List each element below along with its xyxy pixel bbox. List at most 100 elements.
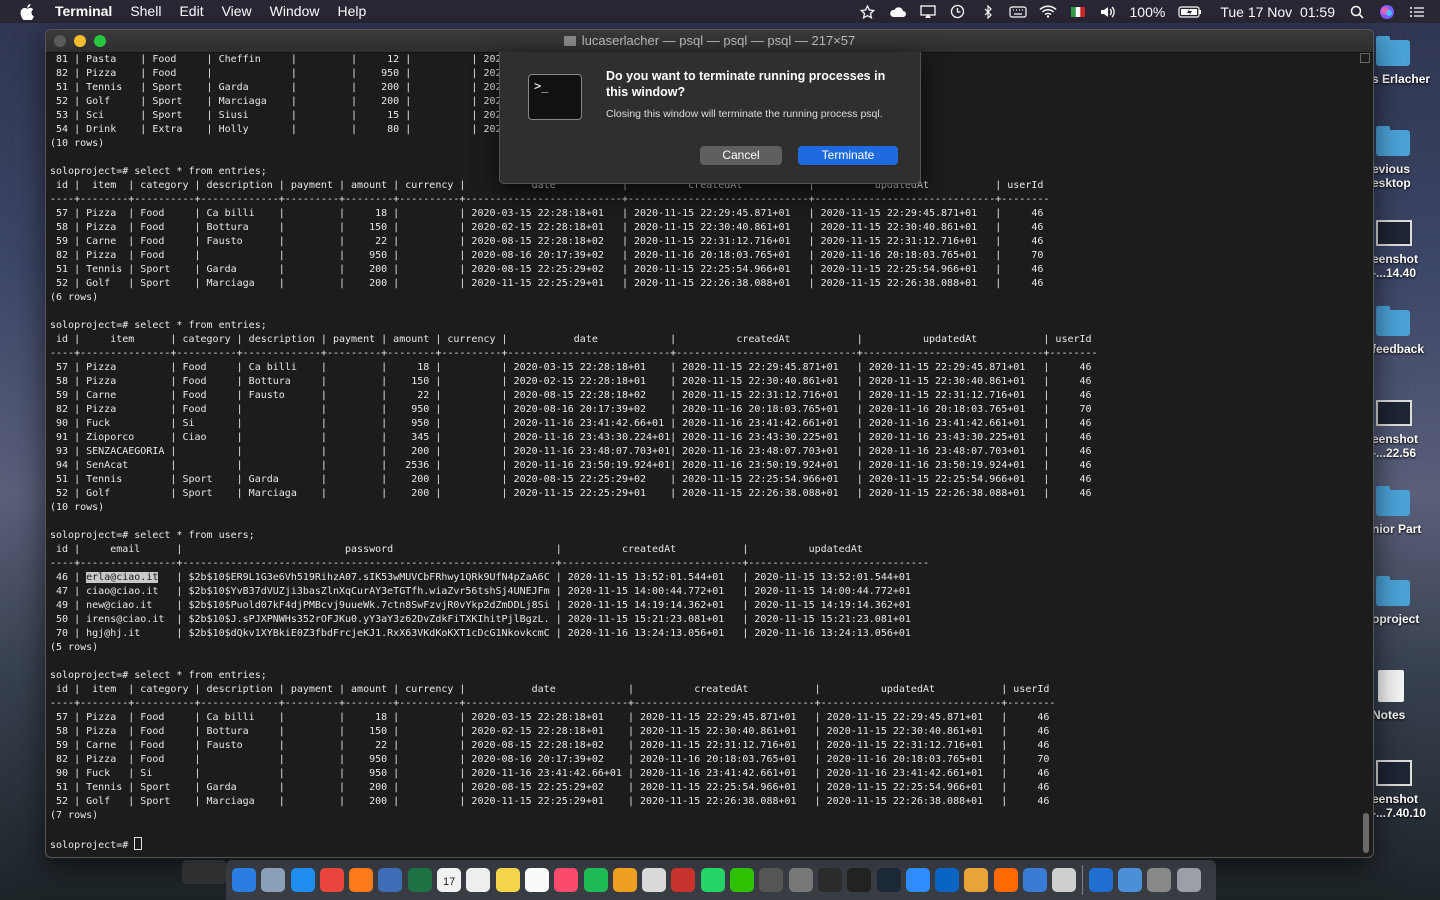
dock-app-icon[interactable]	[730, 868, 755, 892]
menu-window[interactable]: Window	[261, 0, 329, 23]
zoom-button[interactable]	[94, 35, 106, 47]
dock-app-icon[interactable]	[349, 868, 374, 892]
dock-app-icon[interactable]	[612, 868, 637, 892]
dock-app-icon[interactable]	[407, 868, 432, 892]
minimize-button[interactable]	[74, 35, 86, 47]
dock-app-icon[interactable]	[700, 868, 725, 892]
terminal-line: 58 | Pizza | Food | Bottura | | 150 | | …	[50, 726, 1050, 737]
dock-app-icon[interactable]	[935, 868, 960, 892]
dock-app-icon[interactable]	[378, 868, 403, 892]
dock-app-icon[interactable]	[261, 868, 286, 892]
dock-app-icon[interactable]	[524, 868, 549, 892]
apple-logo-icon[interactable]	[20, 3, 34, 20]
dock-app-icon[interactable]	[964, 868, 989, 892]
close-button[interactable]	[54, 35, 66, 47]
command-prompt[interactable]: soloproject=#	[50, 837, 1350, 851]
scrollbar[interactable]	[1360, 53, 1370, 853]
desktop-item[interactable]: oproject	[1372, 576, 1440, 626]
desktop-item[interactable]: eenshot -...14.40	[1372, 220, 1440, 280]
screenshot-icon	[1376, 760, 1412, 786]
dock-app-icon[interactable]	[993, 868, 1018, 892]
dock-app-icon[interactable]	[759, 868, 784, 892]
terminal-line: 52 | Golf | Sport | Marciaga | | 200 | |…	[50, 488, 1092, 499]
terminate-dialog: >_ Do you want to terminate running proc…	[499, 52, 921, 184]
terminal-line: 57 | Pizza | Food | Ca billi | | 18 | | …	[50, 712, 1050, 723]
dock-app-icon[interactable]	[1147, 868, 1172, 892]
dock-overflow-item[interactable]	[182, 860, 226, 884]
window-titlebar[interactable]: lucaserlacher — psql — psql — psql — 217…	[46, 30, 1373, 53]
volume-icon[interactable]	[1099, 5, 1117, 19]
desktop-item[interactable]: s Erlacher	[1372, 36, 1440, 86]
dock-app-icon[interactable]	[1088, 868, 1113, 892]
terminate-button[interactable]: Terminate	[798, 146, 898, 165]
dock-app-icon[interactable]	[583, 868, 608, 892]
cloud-icon[interactable]	[889, 5, 907, 19]
desktop-item-label: feedback	[1372, 342, 1425, 356]
split-pane-icon[interactable]	[1360, 53, 1370, 63]
menu-view[interactable]: View	[213, 0, 261, 23]
dock-app-icon[interactable]	[1117, 868, 1142, 892]
calendar-app-icon[interactable]: 17	[437, 868, 462, 892]
terminal-line: ----+----------------+------------------…	[50, 558, 929, 569]
dock-app-icon[interactable]	[847, 868, 872, 892]
dock-app-icon[interactable]	[290, 868, 315, 892]
star-icon[interactable]	[859, 4, 877, 19]
terminal-line: 47 | ciao@ciao.it | $2b$10$YvB37dVUZji3b…	[50, 586, 911, 597]
dock-app-icon[interactable]	[1023, 868, 1048, 892]
clock[interactable]: Tue 17 Nov 01:59	[1220, 4, 1335, 20]
dock-app-icon[interactable]	[671, 868, 696, 892]
dock-app-icon[interactable]	[817, 868, 842, 892]
menu-shell[interactable]: Shell	[121, 0, 170, 23]
keyboard-icon[interactable]	[1008, 5, 1027, 19]
menu-app-name[interactable]: Terminal	[46, 0, 121, 23]
terminal-line: 51 | Tennis | Sport | Garda | | 200 | | …	[50, 474, 1092, 485]
dock-app-icon[interactable]	[905, 868, 930, 892]
dock-app-icon[interactable]	[1052, 868, 1077, 892]
dock-app-icon[interactable]	[642, 868, 667, 892]
desktop-item-label: eenshot -...22.56	[1372, 432, 1419, 460]
menu-help[interactable]: Help	[328, 0, 375, 23]
time-machine-icon[interactable]	[949, 4, 967, 19]
terminal-line: (7 rows)	[50, 810, 99, 821]
menu-edit[interactable]: Edit	[170, 0, 212, 23]
airplay-icon[interactable]	[919, 4, 937, 19]
terminal-line: 90 | Fuck | Si | | | 950 | | 2020-11-16 …	[50, 418, 1092, 429]
desktop-item[interactable]: eenshot -...7.40.10	[1372, 760, 1440, 820]
screenshot-icon	[1376, 220, 1412, 246]
folder-icon	[1376, 576, 1410, 606]
desktop-item[interactable]: eenshot -...22.56	[1372, 400, 1440, 460]
dock-app-icon[interactable]	[554, 868, 579, 892]
scrollbar-thumb[interactable]	[1363, 813, 1369, 853]
terminal-line: ----+---------------+----------+--------…	[50, 348, 1098, 359]
terminal-line: 59 | Carne | Food | Fausto | | 22 | | 20…	[50, 740, 1050, 751]
italian-flag-icon[interactable]	[1069, 5, 1087, 19]
desktop-item-label: oproject	[1372, 612, 1420, 626]
spotlight-search-icon[interactable]	[1348, 5, 1366, 19]
dock-app-icon[interactable]	[788, 868, 813, 892]
wifi-icon[interactable]	[1038, 5, 1057, 19]
dialog-message: Closing this window will terminate the r…	[606, 108, 883, 120]
cancel-button[interactable]: Cancel	[700, 146, 782, 165]
bluetooth-icon[interactable]	[979, 4, 997, 19]
dock-app-icon[interactable]	[495, 868, 520, 892]
desktop-item[interactable]: feedback	[1372, 306, 1440, 356]
battery-charging-icon[interactable]	[1178, 5, 1202, 19]
dock-app-icon[interactable]	[1176, 868, 1201, 892]
terminal-line: 82 | Pizza | Food | | | 950 | | 2020-08-…	[50, 754, 1050, 765]
terminal-app-icon: >_	[528, 74, 582, 120]
notification-center-icon[interactable]	[1408, 5, 1426, 19]
terminal-line: 82 | Pizza | Food | | | 950 | | 2020-08-…	[50, 250, 1044, 261]
dock-app-icon[interactable]	[876, 868, 901, 892]
desktop-item[interactable]: Notes	[1372, 670, 1440, 722]
siri-icon[interactable]	[1378, 4, 1396, 19]
terminal-line: 49 | new@ciao.it | $2b$10$Puold07kF4djPM…	[50, 600, 911, 611]
desktop-item[interactable]: nior Part	[1372, 486, 1440, 536]
dock-app-icon[interactable]	[319, 868, 344, 892]
dock-separator	[1081, 865, 1083, 895]
selected-text[interactable]: erla@ciao.it	[86, 572, 159, 583]
dock-app-icon[interactable]	[232, 868, 256, 892]
dock-app-icon[interactable]	[466, 868, 491, 892]
desktop-item[interactable]: evious esktop	[1372, 126, 1440, 190]
folder-proxy-icon[interactable]	[563, 36, 576, 46]
